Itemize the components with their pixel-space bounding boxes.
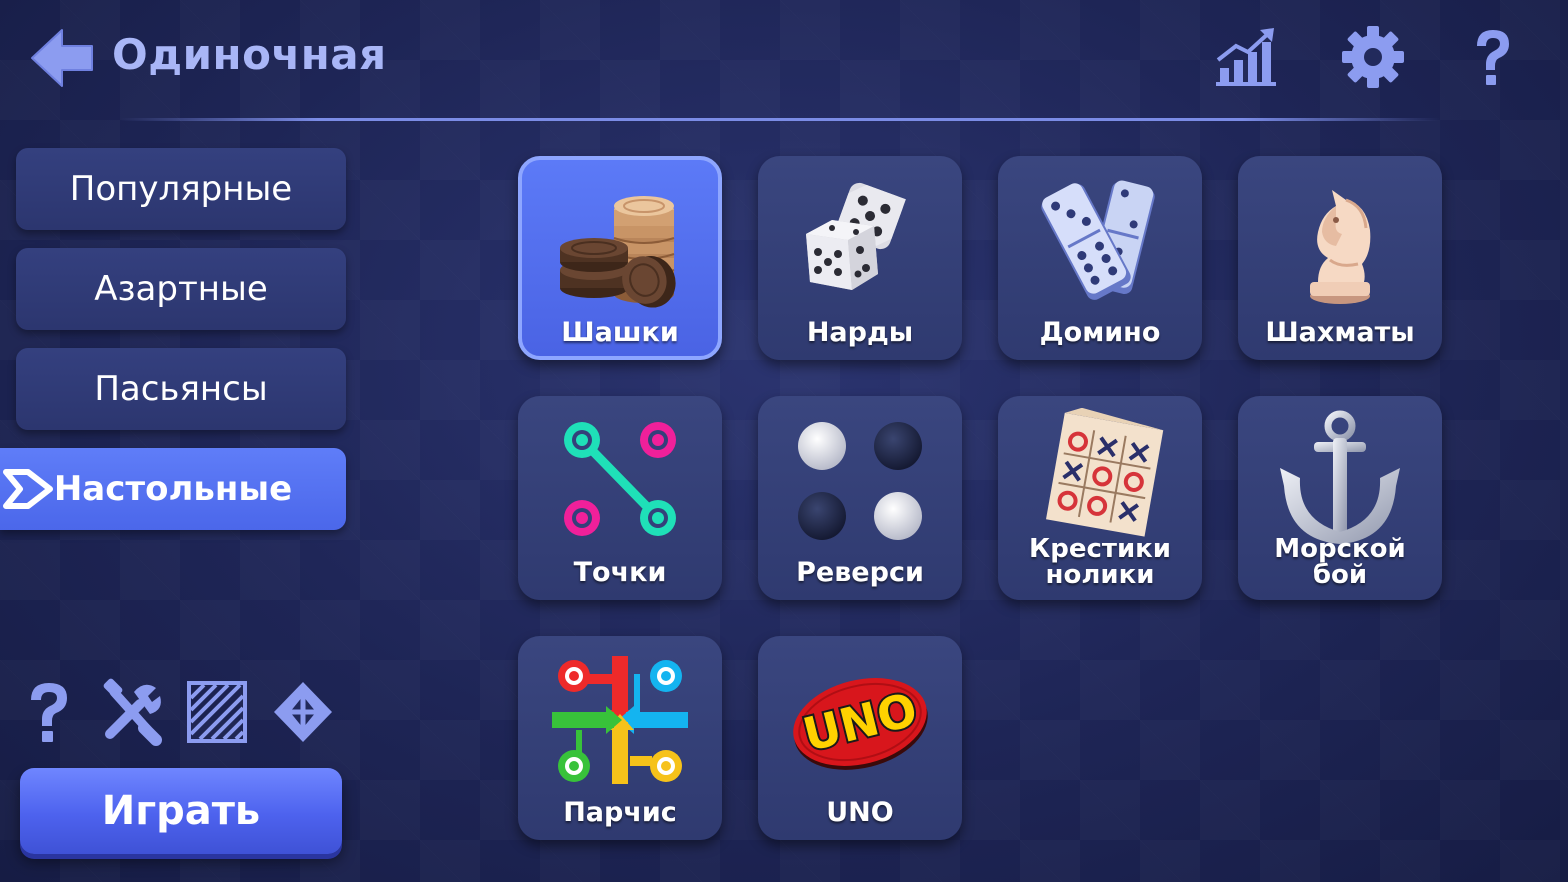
game-label: Шахматы xyxy=(1265,317,1415,348)
game-tile-chess[interactable]: Шахматы xyxy=(1238,156,1442,360)
tic-tac-toe-icon xyxy=(1046,408,1164,537)
game-label: Шашки xyxy=(561,317,679,348)
game-label-line2: бой xyxy=(1312,560,1368,590)
game-tile-uno[interactable]: UNO UNO xyxy=(758,636,962,840)
back-arrow-icon xyxy=(31,29,93,87)
game-tile-tic-tac-toe[interactable]: Крестики нолики xyxy=(998,396,1202,600)
category-board[interactable]: Настольные xyxy=(0,448,346,530)
game-tile-backgammon[interactable]: Нарды xyxy=(758,156,962,360)
page-title: Одиночная xyxy=(112,30,387,79)
diamond-icon xyxy=(274,682,332,742)
parcheesi-icon xyxy=(552,656,688,784)
rules-button[interactable] xyxy=(16,678,82,746)
stats-button[interactable] xyxy=(1214,24,1280,90)
header-divider xyxy=(120,118,1440,121)
category-solitaire[interactable]: Пасьянсы xyxy=(16,348,346,430)
dice-icon xyxy=(806,182,906,290)
category-label: Азартные xyxy=(94,269,268,309)
selected-arrow-icon xyxy=(3,469,53,509)
background-button[interactable] xyxy=(184,678,250,746)
game-label: Парчис xyxy=(563,797,677,828)
category-popular[interactable]: Популярные xyxy=(16,148,346,230)
category-label: Настольные xyxy=(53,469,293,509)
game-label: Морской бой xyxy=(1238,536,1442,588)
reversi-icon xyxy=(798,422,922,540)
help-button[interactable] xyxy=(1460,24,1526,90)
game-tile-parcheesi[interactable]: Парчис xyxy=(518,636,722,840)
game-label: Крестики нолики xyxy=(998,536,1202,588)
uno-logo-icon: UNO xyxy=(793,678,928,770)
game-label: UNO xyxy=(826,797,894,828)
hatch-pattern-icon xyxy=(187,681,247,743)
category-label: Популярные xyxy=(69,169,293,209)
back-button[interactable] xyxy=(28,26,98,90)
tools-icon xyxy=(103,678,162,746)
game-label: Нарды xyxy=(806,317,914,348)
game-tile-checkers[interactable]: Шашки xyxy=(518,156,722,360)
category-label: Пасьянсы xyxy=(94,369,268,409)
settings-button[interactable] xyxy=(1340,24,1406,90)
domino-icon xyxy=(1041,180,1155,300)
dots-icon xyxy=(564,422,676,536)
game-label-line1: Морской xyxy=(1274,534,1406,564)
game-tile-reversi[interactable]: Реверси xyxy=(758,396,962,600)
checkers-icon xyxy=(560,196,676,308)
cards-button[interactable] xyxy=(270,678,336,746)
tools-button[interactable] xyxy=(100,678,166,746)
game-label-line1: Крестики xyxy=(1028,534,1172,564)
category-gambling[interactable]: Азартные xyxy=(16,248,346,330)
play-button[interactable]: Играть xyxy=(20,768,342,854)
anchor-icon xyxy=(1280,410,1400,544)
game-label: Точки xyxy=(573,557,667,588)
question-icon xyxy=(1477,30,1509,85)
question-icon xyxy=(31,683,67,742)
game-label-line2: нолики xyxy=(1045,560,1155,590)
game-tile-domino[interactable]: Домино xyxy=(998,156,1202,360)
gear-icon xyxy=(1342,26,1404,88)
chess-knight-icon xyxy=(1310,190,1371,304)
stats-chart-icon xyxy=(1216,28,1276,86)
game-tile-battleship[interactable]: Морской бой xyxy=(1238,396,1442,600)
game-label: Реверси xyxy=(796,557,924,588)
game-tile-dots[interactable]: Точки xyxy=(518,396,722,600)
game-label: Домино xyxy=(1039,317,1161,348)
